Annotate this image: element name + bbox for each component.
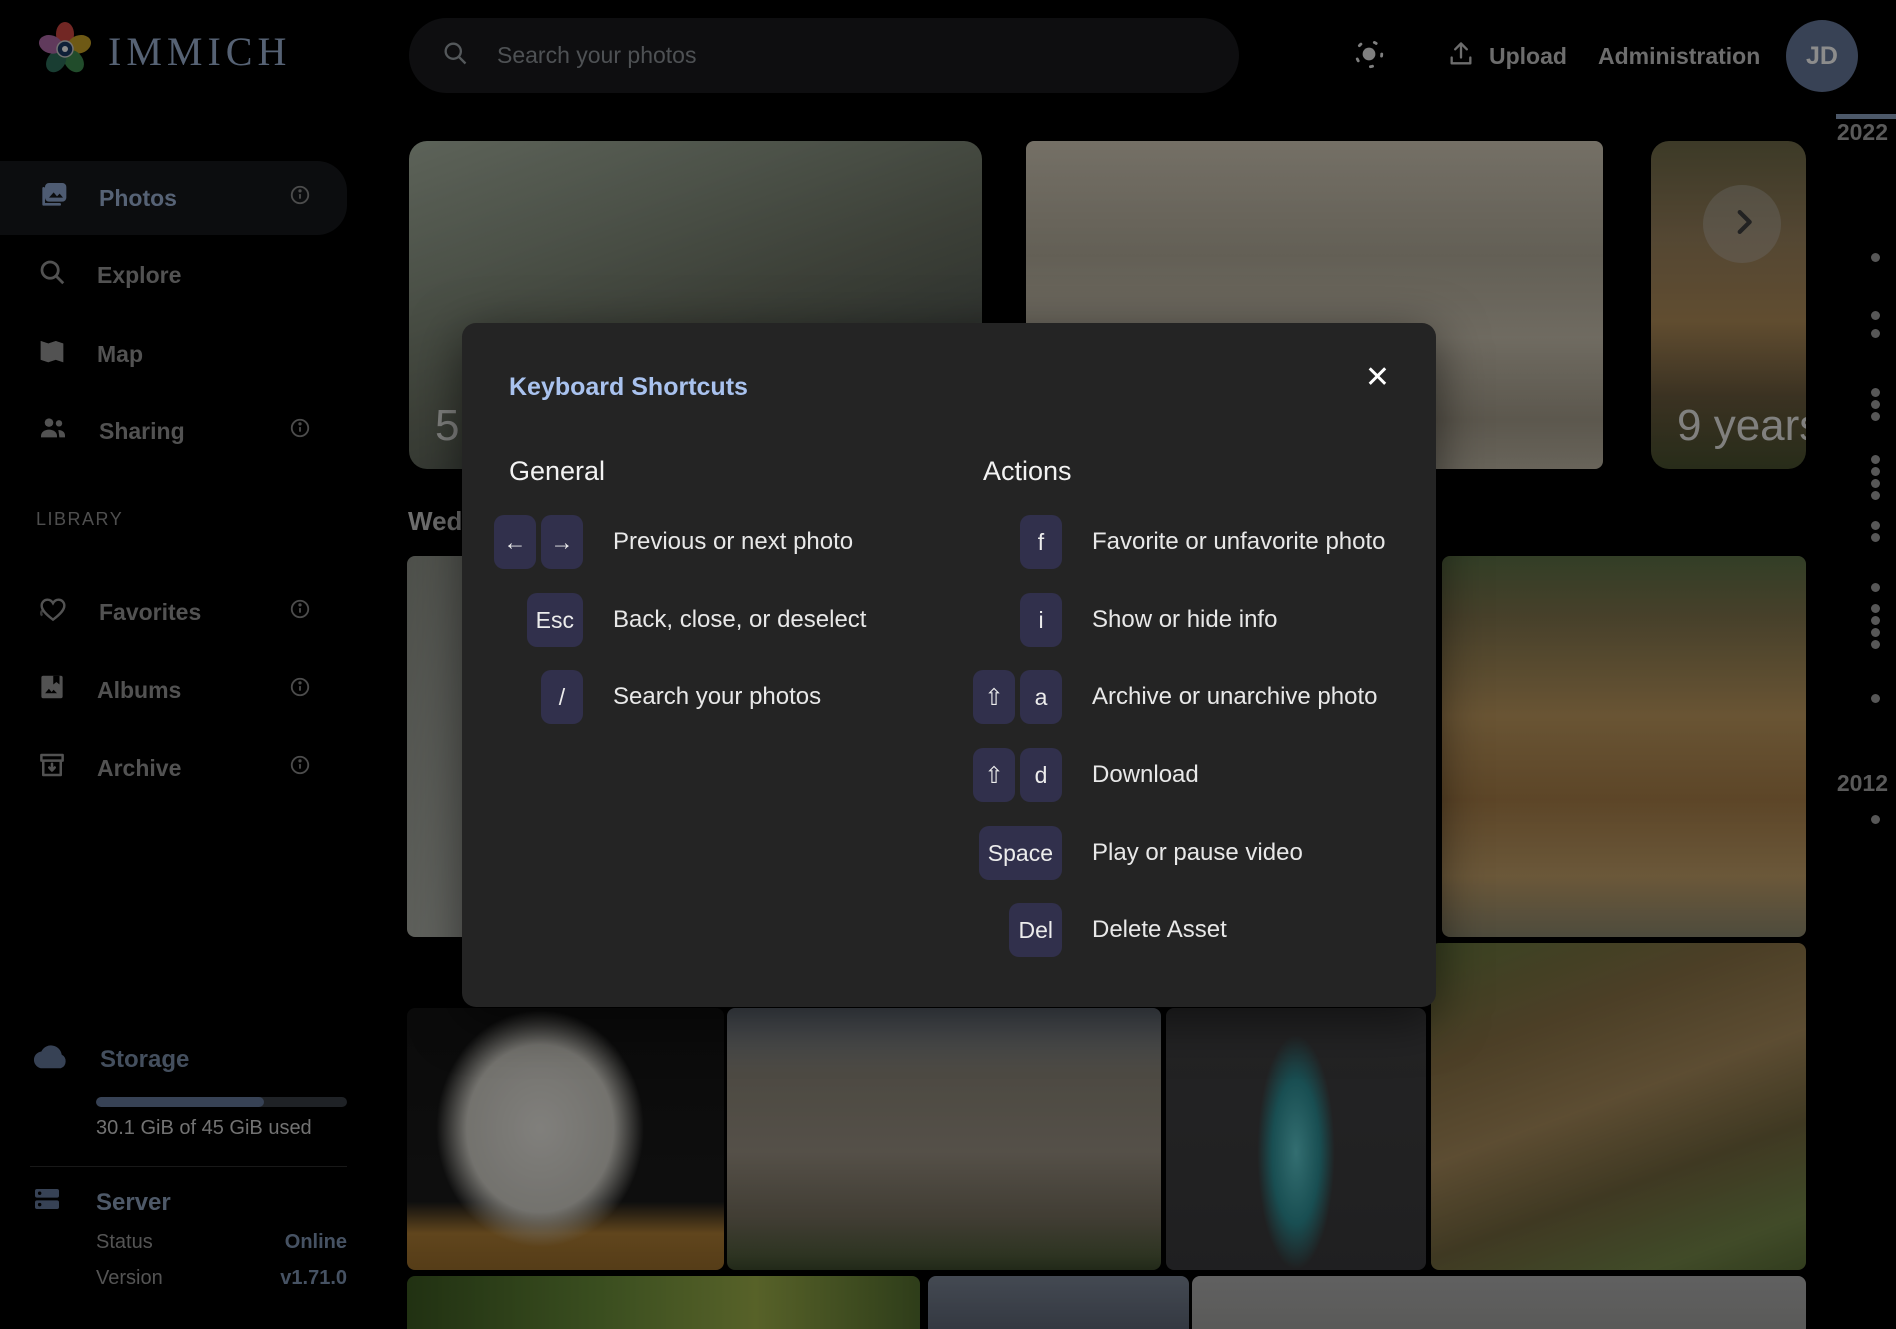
- shortcut-keys: Esc: [462, 593, 583, 647]
- shortcut-desc: Download: [1092, 761, 1199, 789]
- shortcut-desc: Favorite or unfavorite photo: [1092, 528, 1386, 556]
- shortcut-desc: Show or hide info: [1092, 606, 1277, 634]
- keycap-f: f: [1020, 515, 1062, 569]
- shortcut-desc: Search your photos: [613, 683, 821, 711]
- keycap-slash: /: [541, 670, 583, 724]
- shortcut-desc: Delete Asset: [1092, 916, 1227, 944]
- shortcut-desc: Back, close, or deselect: [613, 606, 866, 634]
- keycap-d: d: [1020, 748, 1062, 802]
- modal-title: Keyboard Shortcuts: [509, 373, 748, 402]
- keycap-shift: ⇧: [973, 670, 1015, 724]
- keyboard-shortcuts-modal: Keyboard Shortcuts ✕ General Actions ← →…: [462, 323, 1436, 1007]
- section-heading-general: General: [509, 456, 605, 487]
- shortcut-keys: ⇧ a: [922, 670, 1062, 724]
- shortcut-keys: i: [922, 593, 1062, 647]
- keycap-arrow-left: ←: [494, 515, 536, 569]
- keycap-i: i: [1020, 593, 1062, 647]
- keycap-shift: ⇧: [973, 748, 1015, 802]
- shortcut-keys: ← →: [462, 515, 583, 569]
- shortcut-row: / Search your photos: [462, 670, 821, 724]
- shortcut-row: Esc Back, close, or deselect: [462, 593, 866, 647]
- shortcut-row: Space Play or pause video: [922, 826, 1303, 880]
- shortcut-keys: /: [462, 670, 583, 724]
- shortcut-desc: Play or pause video: [1092, 839, 1303, 867]
- section-heading-actions: Actions: [983, 456, 1072, 487]
- keycap-del: Del: [1009, 903, 1062, 957]
- shortcut-row: ← → Previous or next photo: [462, 515, 853, 569]
- shortcut-row: i Show or hide info: [922, 593, 1277, 647]
- shortcut-row: ⇧ d Download: [922, 748, 1199, 802]
- keycap-space: Space: [979, 826, 1062, 880]
- shortcut-desc: Previous or next photo: [613, 528, 853, 556]
- shortcut-keys: ⇧ d: [922, 748, 1062, 802]
- shortcut-keys: f: [922, 515, 1062, 569]
- shortcut-keys: Del: [922, 903, 1062, 957]
- keycap-a: a: [1020, 670, 1062, 724]
- close-icon[interactable]: ✕: [1365, 363, 1390, 393]
- shortcut-desc: Archive or unarchive photo: [1092, 683, 1378, 711]
- shortcut-keys: Space: [922, 826, 1062, 880]
- shortcut-row: Del Delete Asset: [922, 903, 1227, 957]
- shortcut-row: f Favorite or unfavorite photo: [922, 515, 1386, 569]
- keycap-arrow-right: →: [541, 515, 583, 569]
- immich-app: IMMICH: [0, 0, 1896, 1329]
- shortcut-row: ⇧ a Archive or unarchive photo: [922, 670, 1378, 724]
- keycap-esc: Esc: [527, 593, 583, 647]
